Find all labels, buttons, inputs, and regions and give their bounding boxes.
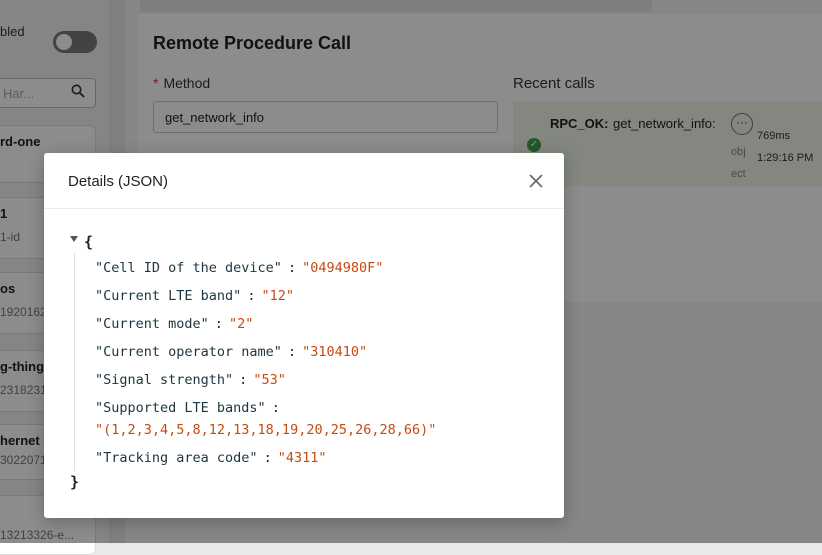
json-key: "Signal strength" [95, 372, 234, 388]
json-colon: : [214, 316, 223, 332]
json-entry: "Current LTE band": "12" [95, 288, 294, 304]
json-indent-guide [74, 253, 75, 471]
json-value: "0494980F" [302, 260, 384, 276]
json-colon: : [271, 400, 280, 416]
json-colon: : [287, 260, 297, 276]
json-value: "2" [228, 316, 254, 332]
json-close-brace: } [70, 473, 80, 491]
json-key: "Current mode" [95, 316, 209, 332]
dialog-title: Details (JSON) [68, 173, 169, 190]
json-key: "Current LTE band" [95, 288, 242, 304]
json-entry-wrapped-value: "(1,2,3,4,5,8,12,13,18,19,20,25,26,28,66… [95, 422, 436, 438]
json-entry: "Signal strength": "53" [95, 372, 286, 388]
json-entry: "Current mode": "2" [95, 316, 253, 332]
json-key: "Current operator name" [95, 344, 282, 360]
json-colon: : [247, 288, 256, 304]
json-colon: : [239, 372, 248, 388]
json-colon: : [263, 450, 272, 466]
json-value: "53" [253, 372, 286, 388]
json-open-brace: { [84, 233, 94, 251]
json-value: "12" [261, 288, 294, 304]
json-value: "310410" [302, 344, 368, 360]
json-value: "(1,2,3,4,5,8,12,13,18,19,20,25,26,28,66… [95, 422, 437, 438]
json-details-dialog: Details (JSON) { "Cell ID of the device"… [44, 153, 564, 518]
json-key: "Supported LTE bands" [95, 400, 266, 416]
json-entry: "Current operator name": "310410" [95, 344, 367, 360]
json-entry: "Cell ID of the device": "0494980F" [95, 260, 383, 276]
dialog-header: Details (JSON) [44, 153, 564, 209]
json-entry: "Tracking area code": "4311" [95, 450, 326, 466]
json-entry: "Supported LTE bands": [95, 400, 286, 416]
json-value: "4311" [277, 450, 327, 466]
json-key: "Tracking area code" [95, 450, 258, 466]
json-colon: : [287, 344, 297, 360]
json-key: "Cell ID of the device" [95, 260, 282, 276]
close-icon[interactable] [524, 170, 548, 192]
caret-down-icon[interactable] [70, 236, 78, 242]
